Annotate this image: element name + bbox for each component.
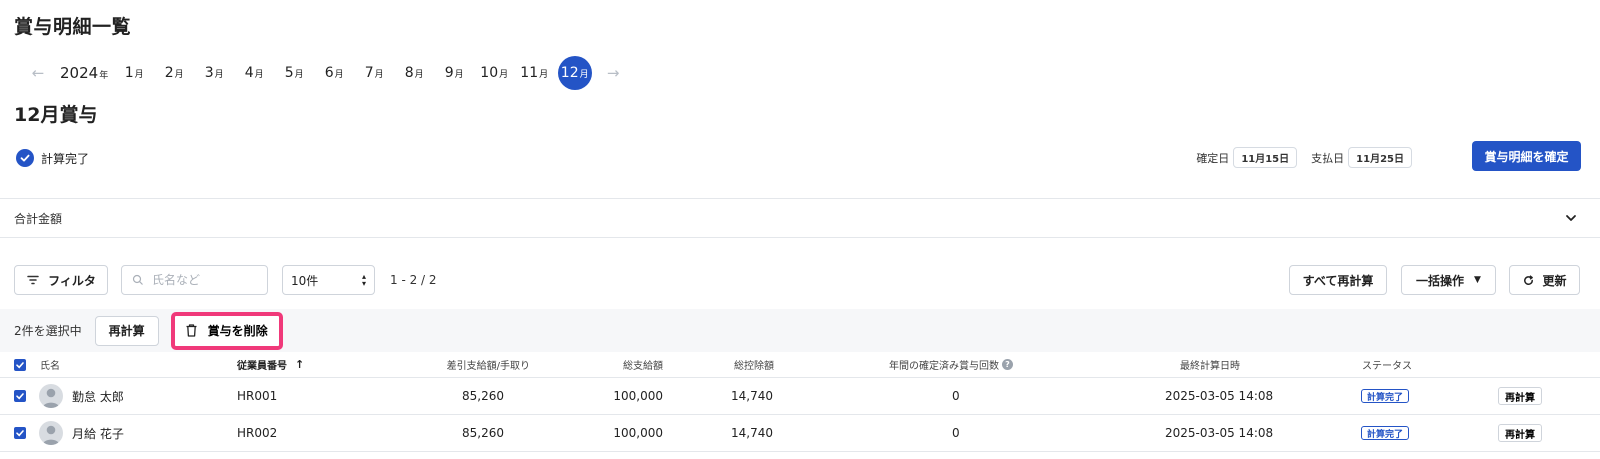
header-net-pay: 差引支給額/手取り bbox=[446, 361, 530, 372]
arrow-right-icon[interactable]: → bbox=[603, 64, 623, 82]
header-employee-no[interactable]: 従業員番号 ↑ bbox=[237, 352, 304, 377]
deductions: 14,740 bbox=[731, 389, 773, 403]
bulk-actions-label: 一括操作 bbox=[1416, 273, 1465, 288]
selection-count: 2件を選択中 bbox=[14, 324, 82, 338]
filter-icon bbox=[27, 275, 39, 285]
header-bonus-count: 年間の確定済み賞与回数? bbox=[889, 352, 1013, 377]
sort-ascending-icon[interactable]: ↑ bbox=[295, 358, 304, 371]
totals-label: 合計金額 bbox=[14, 211, 63, 226]
arrow-left-icon[interactable]: ← bbox=[28, 64, 48, 82]
employee-name: 月給 花子 bbox=[72, 426, 124, 441]
header-deductions: 総控除額 bbox=[734, 361, 774, 372]
recalc-selected-button[interactable]: 再計算 bbox=[94, 315, 159, 346]
header-last-calc: 最終計算日時 bbox=[1180, 361, 1240, 372]
totals-accordion[interactable]: 合計金額 bbox=[0, 198, 1600, 238]
month-navigation: ← 2024年 1 月 2 月 3 月 4 月 5 月 6 月 7 月 8 月 9 月 10 月 11 月 12 月 → bbox=[28, 56, 623, 90]
bulk-actions-button[interactable]: 一括操作 ▼ bbox=[1401, 265, 1496, 295]
search-input[interactable] bbox=[152, 273, 262, 287]
header-status: ステータス bbox=[1362, 361, 1412, 372]
net-pay: 85,260 bbox=[462, 426, 504, 440]
filter-label: フィルタ bbox=[48, 273, 96, 288]
month-12[interactable]: 12 月 bbox=[557, 56, 592, 90]
section-title: 12月賞与 bbox=[14, 104, 98, 126]
per-page-value: 10件 bbox=[291, 273, 319, 288]
search-field[interactable] bbox=[121, 265, 268, 295]
delete-bonus-label: 賞与を削除 bbox=[207, 324, 268, 338]
chevron-down-icon[interactable] bbox=[1564, 211, 1578, 225]
selection-bar: 2件を選択中 再計算 賞与を削除 bbox=[0, 309, 1600, 352]
trash-icon bbox=[186, 324, 197, 337]
month-1[interactable]: 1月 bbox=[118, 56, 151, 90]
refresh-icon bbox=[1524, 274, 1534, 285]
employee-no: HR002 bbox=[237, 426, 278, 440]
net-pay: 85,260 bbox=[462, 389, 504, 403]
help-icon[interactable]: ? bbox=[1002, 359, 1013, 370]
avatar-icon bbox=[39, 384, 63, 408]
row-action-cell: 再計算 bbox=[1498, 378, 1542, 414]
month-6[interactable]: 6月 bbox=[318, 56, 351, 90]
page-title: 賞与明細一覧 bbox=[14, 16, 132, 38]
deductions: 14,740 bbox=[731, 426, 773, 440]
month-5[interactable]: 5月 bbox=[278, 56, 311, 90]
employee-cell[interactable]: 勤怠 太郎 bbox=[39, 378, 124, 414]
row-checkbox[interactable] bbox=[14, 415, 26, 451]
last-calc-time: 2025-03-05 14:08 bbox=[1165, 389, 1274, 403]
bonus-table: 氏名 従業員番号 ↑ 差引支給額/手取り 総支給額 総控除額 年間の確定済み賞与回… bbox=[0, 352, 1600, 452]
status-badge: 計算完了 bbox=[1361, 426, 1410, 440]
month-9[interactable]: 9月 bbox=[438, 56, 471, 90]
month-2[interactable]: 2月 bbox=[158, 56, 191, 90]
status-badge-cell: 計算完了 bbox=[1361, 378, 1410, 414]
month-3[interactable]: 3月 bbox=[198, 56, 231, 90]
gross-pay: 100,000 bbox=[613, 426, 663, 440]
status-badge: 計算完了 bbox=[1361, 389, 1410, 403]
header-name: 氏名 bbox=[40, 361, 60, 372]
month-10[interactable]: 10 月 bbox=[478, 56, 511, 90]
search-icon bbox=[132, 274, 143, 285]
last-calc-time: 2025-03-05 14:08 bbox=[1165, 426, 1274, 440]
select-all-checkbox[interactable] bbox=[14, 352, 26, 377]
confirm-bonus-button[interactable]: 賞与明細を確定 bbox=[1472, 141, 1581, 171]
employee-name: 勤怠 太郎 bbox=[72, 389, 124, 404]
gross-pay: 100,000 bbox=[613, 389, 663, 403]
per-page-select[interactable]: 10件 ▴ ▾ bbox=[282, 265, 375, 295]
employee-cell[interactable]: 月給 花子 bbox=[39, 415, 124, 451]
table-row[interactable]: 月給 花子 HR002 85,260 100,000 14,740 0 2025-03-05… bbox=[0, 415, 1600, 452]
check-circle-icon bbox=[16, 149, 34, 167]
status-badge-cell: 計算完了 bbox=[1361, 415, 1410, 451]
month-8[interactable]: 8月 bbox=[398, 56, 431, 90]
row-recalc-button[interactable]: 再計算 bbox=[1498, 387, 1542, 405]
row-recalc-button[interactable]: 再計算 bbox=[1498, 424, 1542, 442]
refresh-button[interactable]: 更新 bbox=[1509, 265, 1580, 295]
month-7[interactable]: 7月 bbox=[358, 56, 391, 90]
header-gross: 総支給額 bbox=[623, 361, 663, 372]
recalc-all-button[interactable]: すべて再計算 bbox=[1289, 265, 1387, 295]
caret-down-icon: ▼ bbox=[1474, 275, 1481, 285]
employee-no: HR001 bbox=[237, 389, 278, 403]
filter-button[interactable]: フィルタ bbox=[14, 265, 108, 295]
table-row[interactable]: 勤怠 太郎 HR001 85,260 100,000 14,740 0 2025-03-05… bbox=[0, 378, 1600, 415]
confirm-date-label: 確定日 bbox=[1196, 151, 1230, 165]
dates-group: 確定日 11月15日 支払日 11月25日 bbox=[1196, 147, 1412, 168]
delete-bonus-button[interactable]: 賞与を削除 bbox=[170, 311, 283, 350]
month-4[interactable]: 4月 bbox=[238, 56, 271, 90]
bonus-count: 0 bbox=[952, 426, 960, 440]
month-11[interactable]: 11 月 bbox=[518, 56, 551, 90]
pagination-range: 1 - 2 / 2 bbox=[390, 273, 437, 287]
table-header: 氏名 従業員番号 ↑ 差引支給額/手取り 総支給額 総控除額 年間の確定済み賞与回… bbox=[0, 352, 1600, 378]
year-label: 2024年 bbox=[60, 64, 109, 82]
toolbar: フィルタ 10件 ▴▾ 1 - 2 / 2 すべて再計算 一括操作 ▼ 更新 bbox=[14, 265, 1580, 295]
select-arrows-icon: ▴ ▾ bbox=[361, 272, 366, 288]
row-action-cell: 再計算 bbox=[1498, 415, 1542, 451]
refresh-label: 更新 bbox=[1542, 273, 1567, 288]
bonus-count: 0 bbox=[952, 389, 960, 403]
avatar-icon bbox=[39, 421, 63, 445]
calc-status: 計算完了 bbox=[16, 149, 89, 167]
pay-date-label: 支払日 bbox=[1311, 151, 1345, 165]
status-text: 計算完了 bbox=[41, 151, 90, 166]
pay-date[interactable]: 11月25日 bbox=[1348, 147, 1412, 168]
confirm-date[interactable]: 11月15日 bbox=[1233, 147, 1298, 168]
row-checkbox[interactable] bbox=[14, 378, 26, 414]
